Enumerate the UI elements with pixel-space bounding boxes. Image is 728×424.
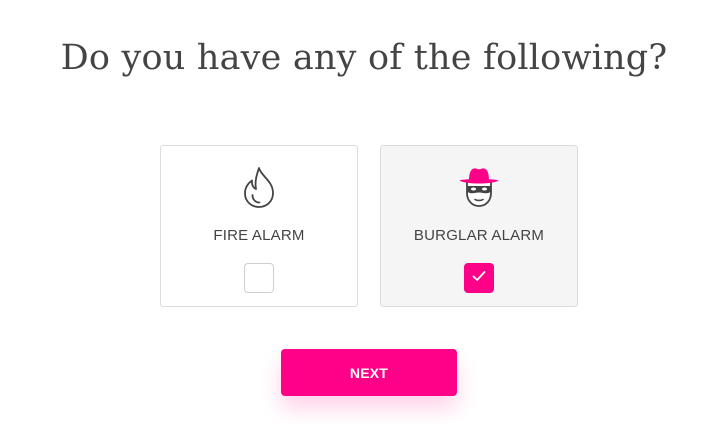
- next-button[interactable]: NEXT: [281, 349, 457, 396]
- page-title: Do you have any of the following?: [60, 38, 668, 78]
- checkbox-fire-alarm[interactable]: [244, 263, 274, 293]
- checkbox-burglar-alarm[interactable]: [464, 263, 494, 293]
- burglar-icon: [456, 164, 502, 210]
- option-label-burglar-alarm: BURGLAR ALARM: [413, 227, 545, 244]
- page: Do you have any of the following? FIRE A…: [0, 0, 728, 424]
- flame-icon: [236, 164, 282, 210]
- option-label-fire-alarm: FIRE ALARM: [213, 227, 305, 244]
- option-card-burglar-alarm[interactable]: BURGLAR ALARM: [380, 145, 578, 307]
- checkmark-icon: [472, 269, 486, 287]
- option-card-fire-alarm[interactable]: FIRE ALARM: [160, 145, 358, 307]
